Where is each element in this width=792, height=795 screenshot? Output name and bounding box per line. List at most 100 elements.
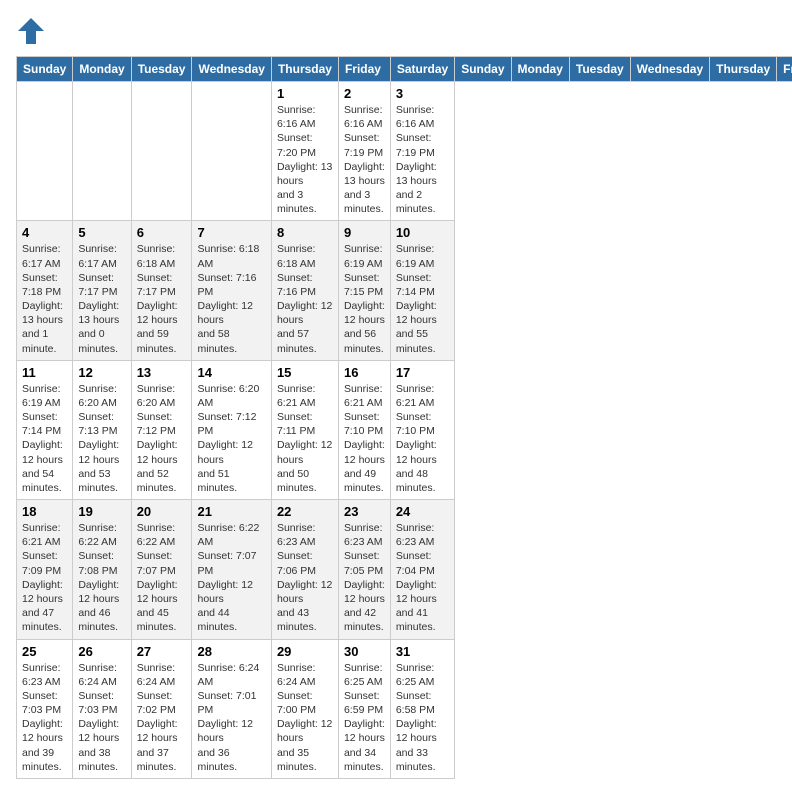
calendar-cell: 11 Sunrise: 6:19 AM Sunset: 7:14 PM Dayli… <box>17 360 73 499</box>
day-number: 7 <box>197 225 265 240</box>
cell-content: Sunrise: 6:18 AM Sunset: 7:17 PM Dayligh… <box>137 242 187 355</box>
day-number: 2 <box>344 86 385 101</box>
calendar-cell: 23 Sunrise: 6:23 AM Sunset: 7:05 PM Dayli… <box>338 500 390 639</box>
week-row-3: 11 Sunrise: 6:19 AM Sunset: 7:14 PM Dayli… <box>17 360 792 499</box>
calendar-cell: 3 Sunrise: 6:16 AM Sunset: 7:19 PM Daylig… <box>390 82 454 221</box>
week-row-2: 4Sunrise: 6:17 AM Sunset: 7:18 PM Daylig… <box>17 221 792 360</box>
day-number: 6 <box>137 225 187 240</box>
calendar-cell: 19 Sunrise: 6:22 AM Sunset: 7:08 PM Dayli… <box>73 500 131 639</box>
day-number: 18 <box>22 504 67 519</box>
page-header <box>16 16 776 46</box>
day-number: 14 <box>197 365 265 380</box>
cell-content: Sunrise: 6:21 AM Sunset: 7:11 PM Dayligh… <box>277 382 333 495</box>
day-number: 17 <box>396 365 449 380</box>
cell-content: Sunrise: 6:16 AM Sunset: 7:20 PM Dayligh… <box>277 103 333 216</box>
calendar-cell: 31 Sunrise: 6:25 AM Sunset: 6:58 PM Dayli… <box>390 639 454 778</box>
header-sunday: Sunday <box>17 57 73 82</box>
day-number: 20 <box>137 504 187 519</box>
calendar-cell: 30 Sunrise: 6:25 AM Sunset: 6:59 PM Dayli… <box>338 639 390 778</box>
cell-content: Sunrise: 6:21 AM Sunset: 7:09 PM Dayligh… <box>22 521 67 634</box>
calendar-table: SundayMondayTuesdayWednesdayThursdayFrid… <box>16 56 792 779</box>
cell-content: Sunrise: 6:20 AM Sunset: 7:12 PM Dayligh… <box>197 382 265 495</box>
calendar-cell: 17 Sunrise: 6:21 AM Sunset: 7:10 PM Dayli… <box>390 360 454 499</box>
calendar-cell: 22Sunrise: 6:23 AM Sunset: 7:06 PM Dayli… <box>271 500 338 639</box>
col-header-wednesday: Wednesday <box>630 57 709 82</box>
calendar-cell: 26Sunrise: 6:24 AM Sunset: 7:03 PM Dayli… <box>73 639 131 778</box>
calendar-cell <box>131 82 192 221</box>
day-number: 13 <box>137 365 187 380</box>
calendar-cell: 9 Sunrise: 6:19 AM Sunset: 7:15 PM Daylig… <box>338 221 390 360</box>
col-header-thursday: Thursday <box>710 57 777 82</box>
day-number: 12 <box>78 365 125 380</box>
cell-content: Sunrise: 6:16 AM Sunset: 7:19 PM Dayligh… <box>396 103 449 216</box>
cell-content: Sunrise: 6:22 AM Sunset: 7:07 PM Dayligh… <box>197 521 265 634</box>
calendar-cell: 10 Sunrise: 6:19 AM Sunset: 7:14 PM Dayli… <box>390 221 454 360</box>
cell-content: Sunrise: 6:24 AM Sunset: 7:01 PM Dayligh… <box>197 661 265 774</box>
cell-content: Sunrise: 6:23 AM Sunset: 7:05 PM Dayligh… <box>344 521 385 634</box>
calendar-cell: 13 Sunrise: 6:20 AM Sunset: 7:12 PM Dayli… <box>131 360 192 499</box>
calendar-cell: 4Sunrise: 6:17 AM Sunset: 7:18 PM Daylig… <box>17 221 73 360</box>
day-number: 19 <box>78 504 125 519</box>
calendar-cell: 5 Sunrise: 6:17 AM Sunset: 7:17 PM Daylig… <box>73 221 131 360</box>
logo <box>16 16 50 46</box>
cell-content: Sunrise: 6:18 AM Sunset: 7:16 PM Dayligh… <box>197 242 265 355</box>
cell-content: Sunrise: 6:19 AM Sunset: 7:14 PM Dayligh… <box>396 242 449 355</box>
cell-content: Sunrise: 6:24 AM Sunset: 7:00 PM Dayligh… <box>277 661 333 774</box>
day-number: 9 <box>344 225 385 240</box>
day-number: 3 <box>396 86 449 101</box>
cell-content: Sunrise: 6:16 AM Sunset: 7:19 PM Dayligh… <box>344 103 385 216</box>
cell-content: Sunrise: 6:19 AM Sunset: 7:14 PM Dayligh… <box>22 382 67 495</box>
cell-content: Sunrise: 6:18 AM Sunset: 7:16 PM Dayligh… <box>277 242 333 355</box>
logo-icon <box>16 16 46 46</box>
calendar-cell: 15Sunrise: 6:21 AM Sunset: 7:11 PM Dayli… <box>271 360 338 499</box>
calendar-cell <box>192 82 271 221</box>
day-number: 22 <box>277 504 333 519</box>
day-number: 28 <box>197 644 265 659</box>
day-number: 11 <box>22 365 67 380</box>
header-wednesday: Wednesday <box>192 57 271 82</box>
header-thursday: Thursday <box>271 57 338 82</box>
cell-content: Sunrise: 6:20 AM Sunset: 7:13 PM Dayligh… <box>78 382 125 495</box>
calendar-cell: 28 Sunrise: 6:24 AM Sunset: 7:01 PM Dayli… <box>192 639 271 778</box>
day-number: 16 <box>344 365 385 380</box>
calendar-cell: 18 Sunrise: 6:21 AM Sunset: 7:09 PM Dayli… <box>17 500 73 639</box>
day-number: 8 <box>277 225 333 240</box>
cell-content: Sunrise: 6:22 AM Sunset: 7:07 PM Dayligh… <box>137 521 187 634</box>
day-number: 30 <box>344 644 385 659</box>
week-row-1: 1 Sunrise: 6:16 AM Sunset: 7:20 PM Daylig… <box>17 82 792 221</box>
cell-content: Sunrise: 6:21 AM Sunset: 7:10 PM Dayligh… <box>396 382 449 495</box>
calendar-cell: 2 Sunrise: 6:16 AM Sunset: 7:19 PM Daylig… <box>338 82 390 221</box>
header-monday: Monday <box>73 57 131 82</box>
cell-content: Sunrise: 6:17 AM Sunset: 7:17 PM Dayligh… <box>78 242 125 355</box>
cell-content: Sunrise: 6:17 AM Sunset: 7:18 PM Dayligh… <box>22 242 67 355</box>
calendar-cell: 7 Sunrise: 6:18 AM Sunset: 7:16 PM Daylig… <box>192 221 271 360</box>
day-number: 5 <box>78 225 125 240</box>
day-number: 31 <box>396 644 449 659</box>
day-number: 26 <box>78 644 125 659</box>
calendar-cell: 24 Sunrise: 6:23 AM Sunset: 7:04 PM Dayli… <box>390 500 454 639</box>
col-header-sunday: Sunday <box>455 57 511 82</box>
cell-content: Sunrise: 6:22 AM Sunset: 7:08 PM Dayligh… <box>78 521 125 634</box>
header-row: SundayMondayTuesdayWednesdayThursdayFrid… <box>17 57 792 82</box>
day-number: 23 <box>344 504 385 519</box>
calendar-cell: 6 Sunrise: 6:18 AM Sunset: 7:17 PM Daylig… <box>131 221 192 360</box>
cell-content: Sunrise: 6:21 AM Sunset: 7:10 PM Dayligh… <box>344 382 385 495</box>
calendar-cell: 27Sunrise: 6:24 AM Sunset: 7:02 PM Dayli… <box>131 639 192 778</box>
day-number: 1 <box>277 86 333 101</box>
cell-content: Sunrise: 6:25 AM Sunset: 6:59 PM Dayligh… <box>344 661 385 774</box>
cell-content: Sunrise: 6:20 AM Sunset: 7:12 PM Dayligh… <box>137 382 187 495</box>
cell-content: Sunrise: 6:25 AM Sunset: 6:58 PM Dayligh… <box>396 661 449 774</box>
header-saturday: Saturday <box>390 57 454 82</box>
day-number: 25 <box>22 644 67 659</box>
header-friday: Friday <box>338 57 390 82</box>
day-number: 27 <box>137 644 187 659</box>
calendar-cell: 20 Sunrise: 6:22 AM Sunset: 7:07 PM Dayli… <box>131 500 192 639</box>
calendar-cell <box>17 82 73 221</box>
day-number: 24 <box>396 504 449 519</box>
day-number: 10 <box>396 225 449 240</box>
calendar-cell: 16 Sunrise: 6:21 AM Sunset: 7:10 PM Dayli… <box>338 360 390 499</box>
cell-content: Sunrise: 6:19 AM Sunset: 7:15 PM Dayligh… <box>344 242 385 355</box>
calendar-cell: 1 Sunrise: 6:16 AM Sunset: 7:20 PM Daylig… <box>271 82 338 221</box>
col-header-tuesday: Tuesday <box>569 57 630 82</box>
cell-content: Sunrise: 6:23 AM Sunset: 7:04 PM Dayligh… <box>396 521 449 634</box>
